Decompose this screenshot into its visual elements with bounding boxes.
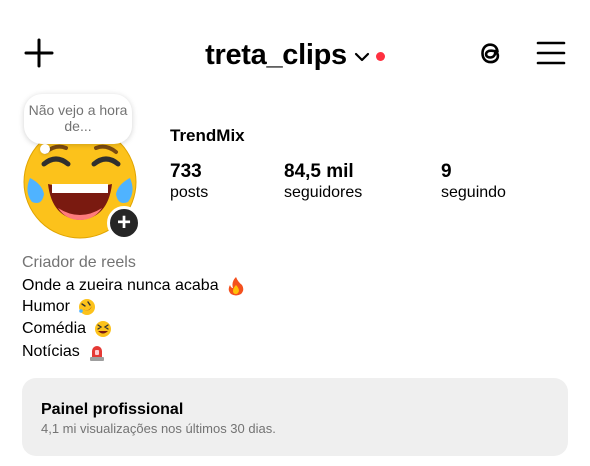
chevron-down-icon[interactable]	[354, 51, 370, 63]
rolling-laughing-icon	[79, 299, 96, 315]
bio-text: Humor	[22, 298, 71, 316]
threads-icon[interactable]	[474, 36, 508, 70]
police-light-icon	[90, 346, 105, 361]
followers-label[interactable]: seguidores	[284, 184, 362, 202]
category-label: Criador de reels	[22, 254, 136, 271]
bio-text: Notícias	[22, 343, 80, 361]
add-story-button[interactable]: +	[107, 206, 141, 240]
note-text: Não vejo a hora de...	[28, 102, 128, 134]
bio-line: Humor	[22, 298, 96, 316]
username[interactable]: treta_clips	[205, 39, 347, 72]
posts-count[interactable]: 733	[170, 161, 202, 183]
bio-text: Comédia	[22, 320, 87, 338]
dashboard-subtitle: 4,1 mi visualizações nos últimos 30 dias…	[41, 421, 276, 436]
menu-icon[interactable]	[536, 39, 566, 67]
bio-line: Comédia	[22, 320, 112, 338]
fire-icon	[228, 277, 244, 296]
note-bubble-tail	[40, 144, 50, 154]
bio-line: Notícias	[22, 342, 106, 362]
following-count[interactable]: 9	[441, 161, 452, 183]
note-bubble[interactable]: Não vejo a hora de...	[24, 94, 132, 144]
dashboard-title[interactable]: Painel profissional	[41, 401, 183, 419]
grinning-squint-icon	[95, 321, 112, 337]
posts-label[interactable]: posts	[170, 184, 208, 202]
followers-count[interactable]: 84,5 mil	[284, 161, 354, 183]
plus-icon: +	[116, 209, 131, 236]
bio-line: Onde a zueira nunca acaba	[22, 276, 245, 296]
bio-text: Onde a zueira nunca acaba	[22, 277, 219, 295]
following-label[interactable]: seguindo	[441, 184, 506, 202]
display-name: TrendMix	[170, 126, 245, 145]
notification-dot	[375, 51, 385, 61]
